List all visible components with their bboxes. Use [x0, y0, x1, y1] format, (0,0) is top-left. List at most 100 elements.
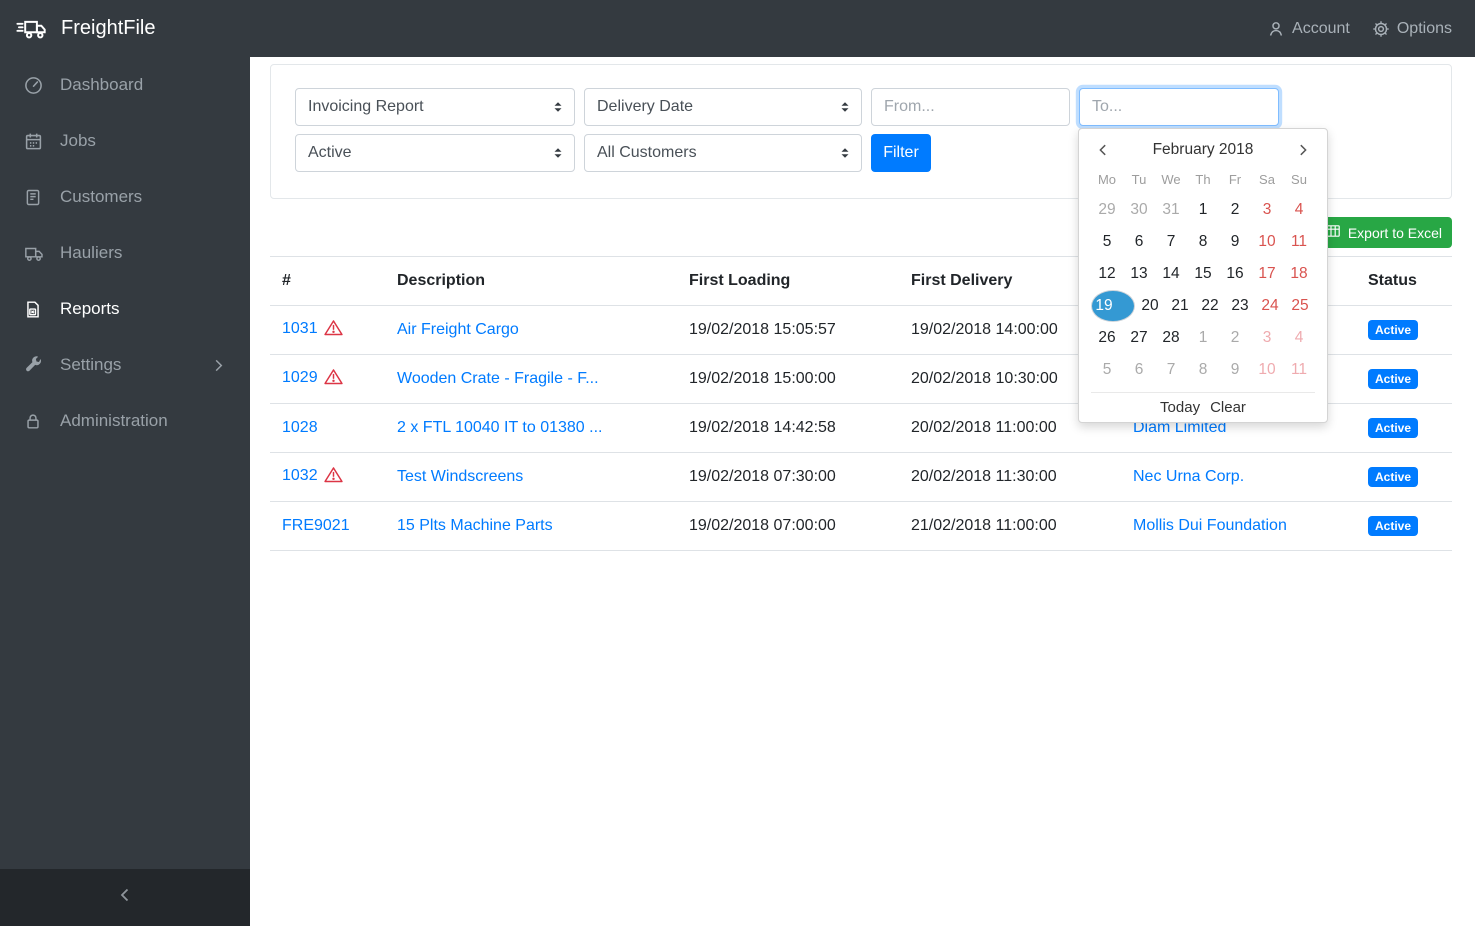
day-cell[interactable]: 3 [1251, 322, 1283, 354]
sidebar-item-label: Customers [60, 187, 143, 206]
calendar-week-row: 5 6 7 8 9 10 11 [1091, 226, 1315, 258]
day-cell[interactable]: 29 [1091, 194, 1123, 226]
sidebar-item-jobs[interactable]: Jobs [0, 113, 250, 169]
sidebar-item-dashboard[interactable]: Dashboard [0, 57, 250, 113]
first-delivery-cell: 21/02/2018 11:00:00 [899, 501, 1121, 551]
sidebar-item-customers[interactable]: Customers [0, 169, 250, 225]
day-cell[interactable]: 9 [1219, 354, 1251, 386]
day-cell[interactable]: 5 [1091, 354, 1123, 386]
job-description-link[interactable]: Wooden Crate - Fragile - F... [397, 370, 599, 387]
date-field-select[interactable]: Delivery Date [584, 88, 862, 126]
day-cell[interactable]: 20 [1135, 290, 1165, 322]
day-cell[interactable]: 4 [1283, 194, 1315, 226]
job-description-link[interactable]: 15 Plts Machine Parts [397, 517, 553, 534]
day-cell[interactable]: 24 [1255, 290, 1285, 322]
first-loading-cell: 19/02/2018 15:05:57 [677, 305, 899, 355]
status-badge: Active [1368, 418, 1419, 438]
options-button[interactable]: Options [1372, 20, 1452, 38]
sidebar-item-reports[interactable]: Reports [0, 281, 250, 337]
day-cell[interactable]: 11 [1283, 226, 1315, 258]
day-cell[interactable]: 22 [1195, 290, 1225, 322]
column-header-first-loading: First Loading [677, 256, 899, 306]
day-cell[interactable]: 21 [1165, 290, 1195, 322]
warning-icon [323, 369, 343, 389]
day-cell[interactable]: 19 [1091, 290, 1135, 322]
day-cell[interactable]: 11 [1283, 354, 1315, 386]
next-month-button[interactable] [1291, 143, 1315, 157]
day-cell[interactable]: 4 [1283, 322, 1315, 354]
chevron-right-icon [211, 358, 226, 373]
sidebar-item-settings[interactable]: Settings [0, 337, 250, 393]
customer-link[interactable]: Mollis Dui Foundation [1133, 517, 1287, 534]
customer-select[interactable]: All Customers [584, 134, 862, 172]
day-cell[interactable]: 15 [1187, 258, 1219, 290]
datepicker-popup: February 2018 Mo Tu We Th Fr Sa Su 29 30 31 1 2 3 4 5… [1078, 128, 1328, 423]
day-cell[interactable]: 3 [1251, 194, 1283, 226]
export-to-excel-button[interactable]: Export to Excel [1314, 217, 1452, 248]
day-cell[interactable]: 7 [1155, 226, 1187, 258]
report-type-select[interactable]: Invoicing Report [295, 88, 575, 126]
job-id-link[interactable]: 1032 [282, 467, 318, 484]
job-id-link[interactable]: 1028 [282, 419, 318, 436]
day-cell[interactable]: 28 [1155, 322, 1187, 354]
day-cell[interactable]: 5 [1091, 226, 1123, 258]
day-cell[interactable]: 25 [1285, 290, 1315, 322]
person-icon [1267, 20, 1285, 38]
job-id-link[interactable]: FRE9021 [282, 517, 350, 534]
today-button[interactable]: Today [1160, 399, 1200, 416]
day-cell[interactable]: 1 [1187, 322, 1219, 354]
day-cell[interactable]: 6 [1123, 354, 1155, 386]
day-cell[interactable]: 14 [1155, 258, 1187, 290]
day-cell[interactable]: 1 [1187, 194, 1219, 226]
job-description-link[interactable]: Test Windscreens [397, 468, 523, 485]
job-id-link[interactable]: 1029 [282, 369, 318, 386]
day-cell[interactable]: 13 [1123, 258, 1155, 290]
account-button[interactable]: Account [1267, 20, 1350, 38]
job-id-link[interactable]: 1031 [282, 320, 318, 337]
datepicker-month-title[interactable]: February 2018 [1115, 141, 1291, 159]
prev-month-button[interactable] [1091, 143, 1115, 157]
day-name: We [1161, 172, 1181, 187]
job-description-link[interactable]: Air Freight Cargo [397, 321, 519, 338]
job-description-link[interactable]: 2 x FTL 10040 IT to 01380 ... [397, 419, 602, 436]
calendar-icon [24, 132, 46, 151]
sidebar-item-label: Settings [60, 355, 122, 374]
day-cell[interactable]: 8 [1187, 354, 1219, 386]
truck-icon [24, 244, 46, 263]
sidebar-item-administration[interactable]: Administration [0, 393, 250, 449]
day-cell[interactable]: 2 [1219, 194, 1251, 226]
day-cell[interactable]: 9 [1219, 226, 1251, 258]
day-cell[interactable]: 23 [1225, 290, 1255, 322]
day-cell[interactable]: 26 [1091, 322, 1123, 354]
brand[interactable]: FreightFile [16, 16, 155, 42]
day-cell[interactable]: 7 [1155, 354, 1187, 386]
day-cell[interactable]: 10 [1251, 226, 1283, 258]
customer-link[interactable]: Nec Urna Corp. [1133, 468, 1244, 485]
sidebar-item-label: Administration [60, 411, 168, 430]
day-cell[interactable]: 18 [1283, 258, 1315, 290]
status-select[interactable]: Active [295, 134, 575, 172]
day-name: Sa [1259, 172, 1275, 187]
sidebar-item-hauliers[interactable]: Hauliers [0, 225, 250, 281]
day-cell[interactable]: 27 [1123, 322, 1155, 354]
day-cell[interactable]: 10 [1251, 354, 1283, 386]
day-cell[interactable]: 31 [1155, 194, 1187, 226]
day-cell[interactable]: 12 [1091, 258, 1123, 290]
day-cell[interactable]: 8 [1187, 226, 1219, 258]
clear-button[interactable]: Clear [1210, 399, 1246, 416]
day-cell[interactable]: 17 [1251, 258, 1283, 290]
warning-icon [323, 320, 343, 340]
calendar-week-row: 26 27 28 1 2 3 4 [1091, 322, 1315, 354]
day-cell[interactable]: 6 [1123, 226, 1155, 258]
day-cell[interactable]: 16 [1219, 258, 1251, 290]
report-type-value: Invoicing Report [308, 98, 424, 115]
day-cell[interactable]: 2 [1219, 322, 1251, 354]
from-date-input[interactable] [871, 88, 1070, 126]
filter-button[interactable]: Filter [871, 134, 931, 172]
to-date-input[interactable] [1079, 88, 1279, 126]
updown-arrows-icon [551, 146, 565, 160]
sidebar-collapse-button[interactable] [0, 869, 250, 926]
day-cell[interactable]: 30 [1123, 194, 1155, 226]
sidebar-item-label: Dashboard [60, 75, 144, 94]
day-name: Fr [1228, 172, 1242, 187]
